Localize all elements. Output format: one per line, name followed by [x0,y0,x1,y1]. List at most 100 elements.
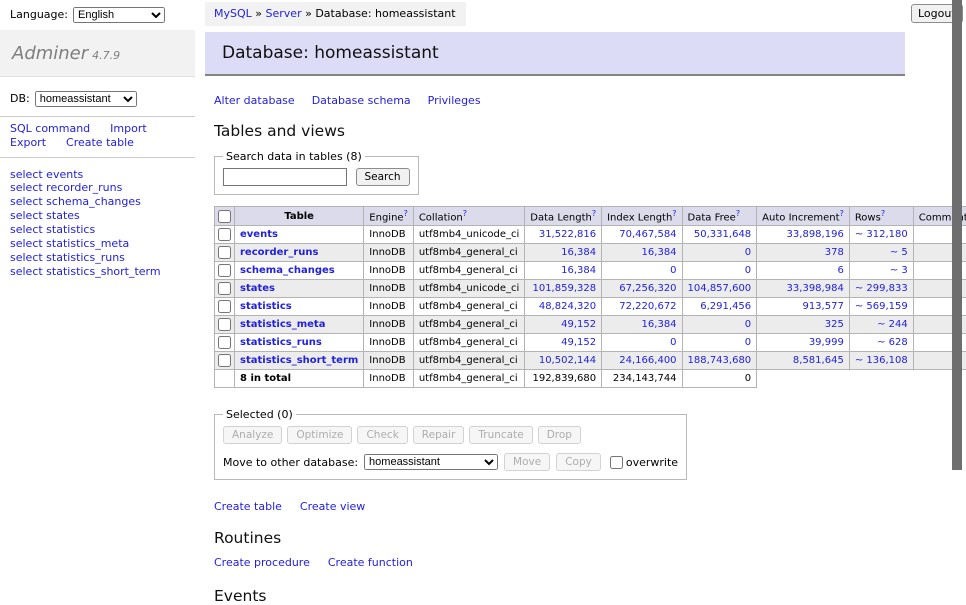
index-length-link[interactable]: 0 [670,337,676,348]
table-link-statistics-runs[interactable]: statistics_runs [240,337,322,348]
breadcrumb-mysql[interactable]: MySQL [214,7,252,20]
copy-button[interactable]: Copy [556,453,601,471]
data-length-link[interactable]: 16,384 [561,265,596,276]
auto-increment-link[interactable]: 8,581,645 [793,355,844,366]
index-length-link[interactable]: 16,384 [642,247,677,258]
rows-estimate-link[interactable]: ~ 3 [890,265,908,276]
data-length-link[interactable]: 49,152 [561,319,596,330]
link-create-view[interactable]: Create view [300,500,365,513]
link-create-procedure[interactable]: Create procedure [214,556,310,569]
drop-button[interactable]: Drop [538,426,581,444]
sidebar-select-states[interactable]: select states [10,210,185,223]
auto-increment-link[interactable]: 378 [825,247,844,258]
auto-increment-link[interactable]: 325 [825,319,844,330]
sidebar-select-statistics[interactable]: select statistics [10,224,185,237]
select-all-checkbox[interactable] [218,210,231,223]
table-link-recorder-runs[interactable]: recorder_runs [240,247,318,258]
auto-increment-link[interactable]: 39,999 [809,337,844,348]
rows-estimate-link[interactable]: ~ 244 [877,319,908,330]
auto-increment-link[interactable]: 33,398,984 [787,283,844,294]
index-length-link[interactable]: 0 [670,265,676,276]
help-link[interactable]: ? [881,209,885,218]
link-alter-database[interactable]: Alter database [214,94,295,107]
sidebar-select-statistics-short-term[interactable]: select statistics_short_term [10,266,185,279]
sidebar-select-statistics-meta[interactable]: select statistics_meta [10,238,185,251]
sidebar-select-schema-changes[interactable]: select schema_changes [10,196,185,209]
data-length-link[interactable]: 31,522,816 [539,229,596,240]
language-select[interactable]: English [73,7,165,23]
page-scrollbar-track[interactable] [952,0,962,543]
sidebar-select-events[interactable]: select events [10,169,185,182]
link-privileges[interactable]: Privileges [428,94,481,107]
table-link-events[interactable]: events [240,229,278,240]
breadcrumb-server[interactable]: Server [266,7,302,20]
index-length-link[interactable]: 67,256,320 [619,283,676,294]
sidebar-link-import[interactable]: Import [110,122,147,135]
row-checkbox[interactable] [218,246,231,259]
auto-increment-link[interactable]: 913,577 [802,301,843,312]
help-link[interactable]: ? [404,209,408,218]
overwrite-checkbox[interactable] [610,456,623,469]
optimize-button[interactable]: Optimize [287,426,352,444]
sidebar-link-export[interactable]: Export [10,136,46,149]
page-scrollbar-thumb[interactable] [952,0,962,470]
rows-estimate-link[interactable]: ~ 569,159 [855,301,908,312]
rows-estimate-link[interactable]: ~ 5 [890,247,908,258]
search-input[interactable] [223,168,347,186]
help-link[interactable]: ? [840,209,844,218]
sidebar-select-recorder-runs[interactable]: select recorder_runs [10,182,185,195]
row-checkbox[interactable] [218,336,231,349]
data-free-link[interactable]: 0 [745,319,751,330]
sidebar-link-sql-command[interactable]: SQL command [10,122,90,135]
link-create-function[interactable]: Create function [328,556,413,569]
move-button[interactable]: Move [504,453,550,471]
help-link[interactable]: ? [592,209,596,218]
row-checkbox[interactable] [218,264,231,277]
data-free-link[interactable]: 6,291,456 [700,301,751,312]
index-length-link[interactable]: 16,384 [642,319,677,330]
search-button[interactable]: Search [356,168,410,186]
repair-button[interactable]: Repair [413,426,465,444]
check-button[interactable]: Check [357,426,407,444]
data-length-link[interactable]: 48,824,320 [539,301,596,312]
link-database-schema[interactable]: Database schema [312,94,411,107]
data-length-link[interactable]: 10,502,144 [539,355,596,366]
rows-estimate-link[interactable]: ~ 628 [877,337,908,348]
index-length-link[interactable]: 24,166,400 [619,355,676,366]
rows-estimate-link[interactable]: ~ 299,833 [855,283,908,294]
row-checkbox[interactable] [218,228,231,241]
data-free-link[interactable]: 188,743,680 [688,355,752,366]
truncate-button[interactable]: Truncate [469,426,532,444]
rows-estimate-link[interactable]: ~ 312,180 [855,229,908,240]
rows-estimate-link[interactable]: ~ 136,108 [855,355,908,366]
auto-increment-link[interactable]: 33,898,196 [787,229,844,240]
analyze-button[interactable]: Analyze [223,426,282,444]
data-free-link[interactable]: 0 [745,265,751,276]
row-checkbox[interactable] [218,300,231,313]
move-db-select[interactable]: homeassistant [364,454,498,470]
help-link[interactable]: ? [672,209,676,218]
data-free-link[interactable]: 50,331,648 [694,229,751,240]
link-create-table[interactable]: Create table [214,500,282,513]
data-length-link[interactable]: 16,384 [561,247,596,258]
table-link-schema-changes[interactable]: schema_changes [240,265,335,276]
data-length-link[interactable]: 49,152 [561,337,596,348]
sidebar-select-statistics-runs[interactable]: select statistics_runs [10,252,185,265]
row-checkbox[interactable] [218,354,231,367]
index-length-link[interactable]: 70,467,584 [619,229,676,240]
table-link-statistics[interactable]: statistics [240,301,292,312]
index-length-link[interactable]: 72,220,672 [619,301,676,312]
db-select[interactable]: homeassistant [35,91,137,107]
table-link-statistics-short-term[interactable]: statistics_short_term [240,355,358,366]
table-link-states[interactable]: states [240,283,275,294]
auto-increment-link[interactable]: 6 [837,265,843,276]
help-link[interactable]: ? [463,209,467,218]
table-link-statistics-meta[interactable]: statistics_meta [240,319,325,330]
row-checkbox[interactable] [218,318,231,331]
help-link[interactable]: ? [736,209,740,218]
data-free-link[interactable]: 0 [745,337,751,348]
data-length-link[interactable]: 101,859,328 [532,283,596,294]
data-free-link[interactable]: 104,857,600 [688,283,752,294]
sidebar-link-create-table[interactable]: Create table [66,136,134,149]
data-free-link[interactable]: 0 [745,247,751,258]
